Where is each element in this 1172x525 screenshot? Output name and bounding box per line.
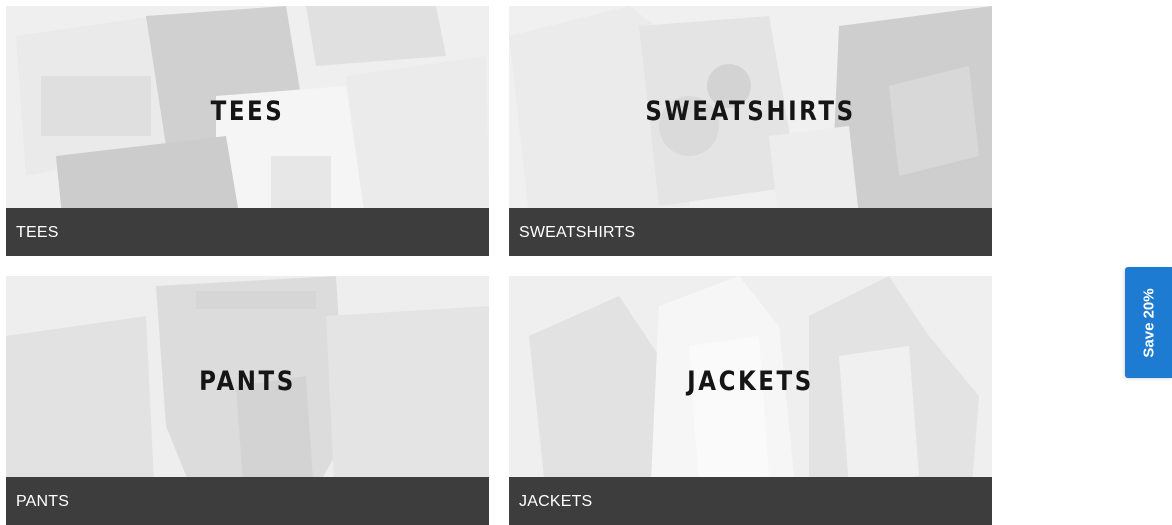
tile-title: SWEATSHIRTS — [645, 96, 856, 127]
caption-label: TEES — [16, 224, 59, 241]
category-tile-jackets[interactable]: JACKETS JACKETS — [509, 276, 992, 525]
category-grid: TEES TEES SWEATSHIRTS SWEATSHIRTS PANTS … — [6, 6, 992, 525]
category-tile-sweatshirts[interactable]: SWEATSHIRTS SWEATSHIRTS — [509, 6, 992, 256]
tile-title: PANTS — [199, 366, 296, 397]
caption-label: SWEATSHIRTS — [519, 224, 636, 241]
category-tile-tees[interactable]: TEES TEES — [6, 6, 489, 256]
save-promo-label: Save 20% — [1140, 287, 1157, 358]
caption-bar: SWEATSHIRTS — [509, 208, 992, 256]
caption-label: JACKETS — [519, 493, 593, 510]
caption-bar: JACKETS — [509, 477, 992, 525]
category-tile-pants[interactable]: PANTS PANTS — [6, 276, 489, 525]
caption-label: PANTS — [16, 493, 70, 510]
tile-title: JACKETS — [687, 366, 814, 397]
tile-title: TEES — [210, 96, 285, 127]
save-promo-tab[interactable]: Save 20% — [1125, 267, 1172, 378]
caption-bar: PANTS — [6, 477, 489, 525]
caption-bar: TEES — [6, 208, 489, 256]
